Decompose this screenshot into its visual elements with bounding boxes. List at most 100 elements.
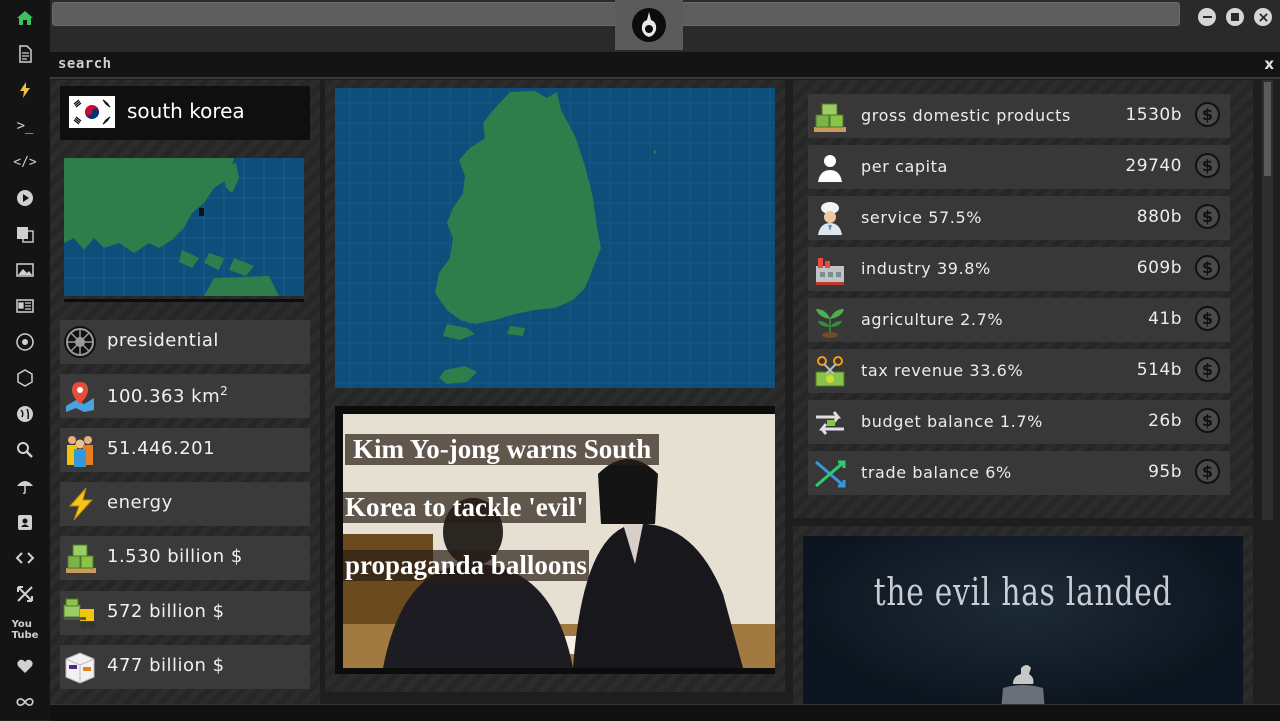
factory-icon xyxy=(812,252,848,288)
box-icon xyxy=(62,649,98,685)
youtube-icon[interactable]: You Tube xyxy=(12,618,39,642)
heart-icon[interactable] xyxy=(13,654,37,678)
search-close-button[interactable]: x xyxy=(1264,55,1274,73)
country-map[interactable] xyxy=(335,88,775,388)
chef-icon xyxy=(812,201,848,237)
maximize-button[interactable] xyxy=(1226,8,1244,26)
money-pallet-icon xyxy=(62,540,98,576)
stat-row-trade-balance[interactable]: trade balance 6% 95b $ xyxy=(808,451,1230,495)
dollar-coin-icon[interactable]: $ xyxy=(1195,306,1220,331)
code-diamond-icon[interactable] xyxy=(13,546,37,570)
dollar-coin-icon[interactable]: $ xyxy=(1195,459,1220,484)
news-headline-line-3[interactable]: propaganda balloons xyxy=(343,550,589,581)
hexagon-icon[interactable] xyxy=(13,366,37,390)
stat-row-tax-revenue[interactable]: tax revenue 33.6% 514b $ xyxy=(808,349,1230,393)
stat-label: tax revenue 33.6% xyxy=(861,361,1024,380)
trade-row[interactable]: 477 billion $ xyxy=(60,645,310,689)
stat-label: trade balance 6% xyxy=(861,463,1012,482)
stat-value: 29740 xyxy=(1125,156,1182,176)
image-icon[interactable] xyxy=(13,258,37,282)
map-pin-icon xyxy=(62,378,98,414)
globe-icon[interactable] xyxy=(13,402,37,426)
dollar-coin-icon[interactable]: $ xyxy=(1195,102,1220,127)
stat-label: service 57.5% xyxy=(861,208,983,227)
dollar-coin-icon[interactable]: $ xyxy=(1195,357,1220,382)
trade-cross-icon xyxy=(812,456,848,492)
area-row[interactable]: 100.363 km2 xyxy=(60,374,310,418)
stat-label: industry 39.8% xyxy=(861,259,991,278)
search-label[interactable]: search xyxy=(58,56,112,72)
lightning-icon xyxy=(62,486,98,522)
stats-scrollbar[interactable] xyxy=(1262,80,1273,520)
stat-value: 41b xyxy=(1148,309,1182,329)
close-window-button[interactable] xyxy=(1254,8,1272,26)
bird-statue-icon xyxy=(1001,665,1045,710)
trade-value: 477 billion $ xyxy=(107,655,225,676)
code-icon[interactable]: </> xyxy=(13,150,37,174)
newspaper-icon[interactable] xyxy=(13,294,37,318)
energy-label: energy xyxy=(107,492,173,513)
energy-row[interactable]: energy xyxy=(60,482,310,526)
budget-value: 572 billion $ xyxy=(107,601,225,622)
stat-row-budget-balance[interactable]: budget balance 1.7% 26b $ xyxy=(808,400,1230,444)
promo-banner[interactable]: the evil has landed xyxy=(803,536,1243,710)
south-korea-flag-icon xyxy=(69,96,115,128)
empire-icon[interactable] xyxy=(13,330,37,354)
translate-icon[interactable] xyxy=(13,222,37,246)
stat-row-industry[interactable]: industry 39.8% 609b $ xyxy=(808,247,1230,291)
country-name: south korea xyxy=(127,99,245,123)
country-card[interactable]: south korea xyxy=(60,86,310,140)
stat-value: 514b xyxy=(1136,360,1182,380)
lightning-icon[interactable] xyxy=(13,78,37,102)
sprout-icon xyxy=(812,303,848,339)
stat-row-service[interactable]: service 57.5% 880b $ xyxy=(808,196,1230,240)
scissors-money-icon xyxy=(812,354,848,390)
promo-title: the evil has landed xyxy=(873,570,1173,614)
stat-label: budget balance 1.7% xyxy=(861,412,1043,431)
forklift-money-icon xyxy=(62,595,98,631)
stat-row-per-capita[interactable]: per capita 29740 $ xyxy=(808,145,1230,189)
dollar-coin-icon[interactable]: $ xyxy=(1195,204,1220,229)
expand-icon[interactable] xyxy=(13,582,37,606)
umbrella-icon[interactable] xyxy=(13,474,37,498)
search-icon[interactable] xyxy=(13,438,37,462)
budget-row[interactable]: 572 billion $ xyxy=(60,591,310,635)
area-value: 100.363 km2 xyxy=(107,384,229,407)
empire-icon xyxy=(62,324,98,360)
rebel-emblem-tab[interactable] xyxy=(615,0,683,50)
terminal-icon[interactable]: >_ xyxy=(13,114,37,138)
population-row[interactable]: 51.446.201 xyxy=(60,428,310,472)
world-locator-map[interactable] xyxy=(64,158,304,302)
icon-rail: >_ </> You Tube xyxy=(0,0,51,720)
government-row[interactable]: presidential xyxy=(60,320,310,364)
document-icon[interactable] xyxy=(13,42,37,66)
person-icon xyxy=(812,150,848,186)
gdp-value: 1.530 billion $ xyxy=(107,546,243,567)
news-headline-line-2[interactable]: Korea to tackle 'evil' xyxy=(343,492,586,523)
government-type: presidential xyxy=(107,330,219,351)
dollar-coin-icon[interactable]: $ xyxy=(1195,408,1220,433)
stat-row-gdp[interactable]: gross domestic products 1530b $ xyxy=(808,94,1230,138)
search-bar[interactable]: search x xyxy=(50,52,1280,79)
news-card[interactable]: Kim Yo-jong warns South Korea to tackle … xyxy=(335,406,775,674)
play-icon[interactable] xyxy=(13,186,37,210)
news-headline-line-1[interactable]: Kim Yo-jong warns South xyxy=(345,434,660,465)
infinity-icon[interactable] xyxy=(13,690,37,714)
contact-card-icon[interactable] xyxy=(13,510,37,534)
stat-value: 95b xyxy=(1148,462,1182,482)
gdp-row[interactable]: 1.530 billion $ xyxy=(60,536,310,580)
stat-value: 26b xyxy=(1148,411,1182,431)
bottom-bar xyxy=(50,704,1280,721)
population-value: 51.446.201 xyxy=(107,438,216,459)
dollar-coin-icon[interactable]: $ xyxy=(1195,255,1220,280)
stat-value: 609b xyxy=(1136,258,1182,278)
home-icon[interactable] xyxy=(13,6,37,30)
dollar-coin-icon[interactable]: $ xyxy=(1195,153,1220,178)
stat-label: gross domestic products xyxy=(861,106,1071,125)
news-photo: Kim Yo-jong warns South Korea to tackle … xyxy=(343,414,775,668)
money-pallet-icon xyxy=(812,99,848,135)
minimize-button[interactable] xyxy=(1198,8,1216,26)
scrollbar-thumb[interactable] xyxy=(1264,82,1271,176)
stat-value: 880b xyxy=(1136,207,1182,227)
stat-row-agriculture[interactable]: agriculture 2.7% 41b $ xyxy=(808,298,1230,342)
